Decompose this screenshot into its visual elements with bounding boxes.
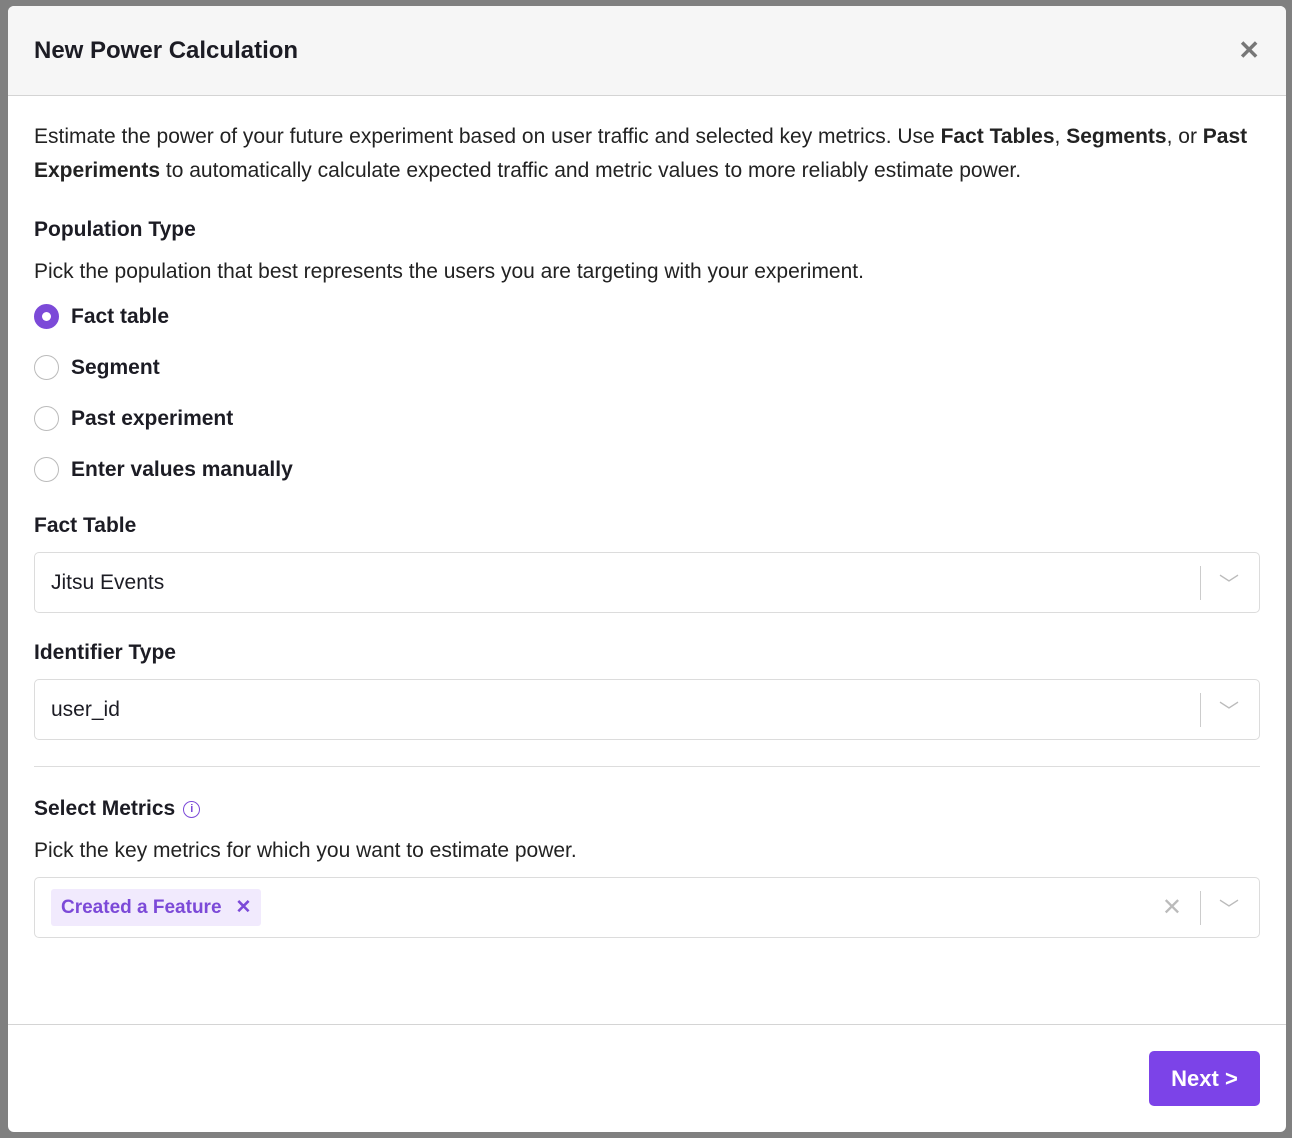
radio-label: Past experiment bbox=[71, 406, 234, 430]
metric-chip-label: Created a Feature bbox=[61, 896, 222, 918]
radio-segment[interactable]: Segment bbox=[34, 349, 1260, 386]
modal-footer: Next > bbox=[8, 1024, 1286, 1132]
identifier-type-label: Identifier Type bbox=[34, 641, 176, 664]
intro-text: Estimate the power of your future experi… bbox=[34, 125, 1248, 182]
radio-label: Segment bbox=[71, 355, 160, 379]
radio-past-experiment[interactable]: Past experiment bbox=[34, 400, 1260, 437]
chevron-down-icon[interactable]: ﹀ bbox=[1219, 695, 1241, 724]
metrics-multiselect[interactable]: Created a Feature ✕ ✕ ﹀ bbox=[34, 877, 1260, 938]
radio-icon[interactable] bbox=[34, 355, 59, 380]
power-calculation-modal: New Power Calculation ✕ Estimate the pow… bbox=[8, 6, 1286, 1132]
divider bbox=[1200, 890, 1201, 925]
radio-label: Fact table bbox=[71, 304, 170, 328]
radio-icon[interactable] bbox=[34, 406, 59, 431]
modal-header: New Power Calculation ✕ bbox=[8, 6, 1286, 96]
identifier-type-value: user_id bbox=[51, 697, 120, 721]
fact-table-label: Fact Table bbox=[34, 514, 137, 537]
radio-selected-icon[interactable] bbox=[34, 304, 59, 329]
radio-label: Enter values manually bbox=[71, 457, 293, 481]
identifier-type-select[interactable]: user_id ﹀ bbox=[34, 679, 1260, 740]
chevron-down-icon[interactable]: ﹀ bbox=[1219, 893, 1241, 922]
metric-chip: Created a Feature ✕ bbox=[51, 889, 262, 926]
select-metrics-description: Pick the key metrics for which you want … bbox=[34, 839, 577, 862]
population-type-description: Pick the population that best represents… bbox=[34, 260, 864, 283]
modal-title: New Power Calculation bbox=[34, 36, 299, 64]
radio-fact-table[interactable]: Fact table bbox=[34, 298, 1260, 335]
remove-chip-icon[interactable]: ✕ bbox=[236, 896, 252, 919]
clear-icon[interactable]: ✕ bbox=[1162, 893, 1182, 922]
radio-icon[interactable] bbox=[34, 457, 59, 482]
chevron-down-icon[interactable]: ﹀ bbox=[1219, 568, 1241, 597]
next-button[interactable]: Next > bbox=[1149, 1051, 1260, 1106]
close-icon[interactable]: ✕ bbox=[1238, 35, 1260, 66]
divider bbox=[1200, 565, 1201, 600]
fact-table-select[interactable]: Jitsu Events ﹀ bbox=[34, 552, 1260, 613]
section-divider bbox=[34, 766, 1260, 767]
population-type-label: Population Type bbox=[34, 218, 196, 241]
radio-enter-manually[interactable]: Enter values manually bbox=[34, 451, 1260, 488]
info-icon[interactable]: i bbox=[183, 800, 201, 818]
fact-table-value: Jitsu Events bbox=[51, 570, 165, 594]
select-metrics-label: Select Metrics i bbox=[34, 797, 1260, 821]
divider bbox=[1200, 692, 1201, 727]
